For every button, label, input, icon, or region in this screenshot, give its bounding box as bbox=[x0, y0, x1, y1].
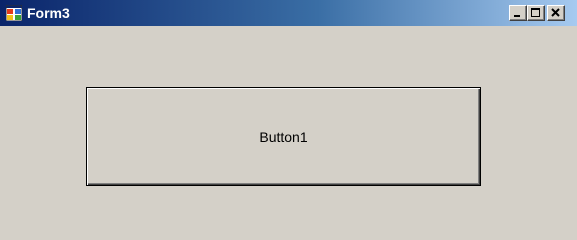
title-bar[interactable]: Form3 bbox=[0, 0, 577, 26]
button1[interactable]: Button1 bbox=[86, 87, 481, 186]
maximize-button[interactable] bbox=[527, 5, 545, 21]
close-icon bbox=[551, 8, 560, 17]
minimize-button[interactable] bbox=[509, 5, 527, 21]
windows-form-icon[interactable] bbox=[5, 4, 23, 22]
maximize-icon bbox=[531, 8, 540, 17]
minimize-icon bbox=[514, 15, 520, 17]
close-button[interactable] bbox=[547, 5, 565, 21]
window-title: Form3 bbox=[27, 5, 70, 21]
